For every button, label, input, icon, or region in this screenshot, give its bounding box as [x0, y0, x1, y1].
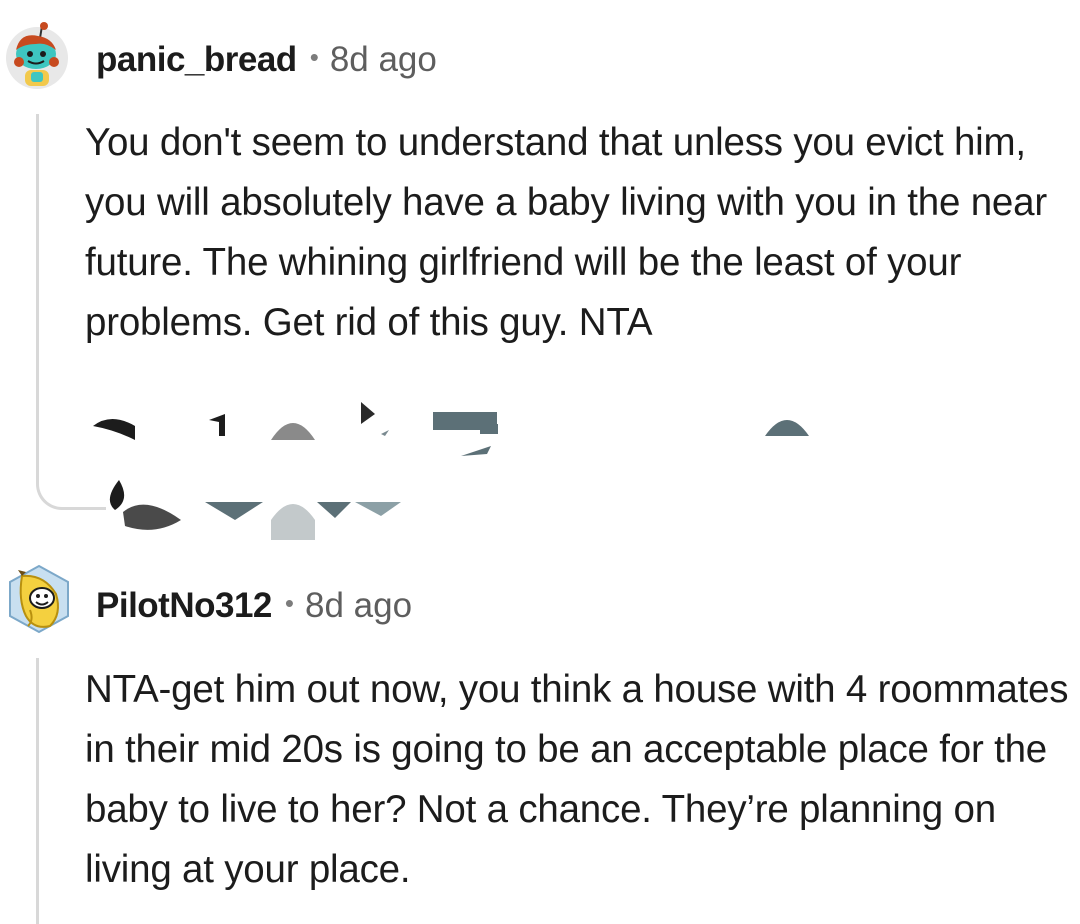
reddit-banana-avatar-icon — [9, 564, 69, 634]
reddit-snoo-avatar-icon — [6, 22, 68, 89]
separator-dot: • — [309, 42, 319, 72]
comment-body: NTA-get him out now, you think a house w… — [85, 668, 1069, 891]
comment-header: PilotNo312 • 8d ago — [96, 586, 412, 628]
comment-body: You don't seem to understand that unless… — [85, 121, 1047, 344]
user-avatar[interactable] — [4, 564, 74, 634]
comment-header: panic_bread • 8d ago — [96, 40, 437, 82]
username-link[interactable]: PilotNo312 — [96, 586, 272, 626]
comment: PilotNo312 • 8d ago NTA-get him out now,… — [0, 548, 1080, 924]
separator-dot: • — [284, 588, 294, 618]
timestamp: 8d ago — [329, 40, 437, 79]
username-link[interactable]: panic_bread — [96, 40, 297, 80]
timestamp: 8d ago — [305, 586, 413, 625]
thread-line[interactable] — [36, 658, 39, 924]
obscured-action-bar — [93, 402, 809, 540]
user-avatar[interactable] — [2, 20, 72, 90]
thread-line[interactable] — [36, 114, 39, 474]
comment: panic_bread • 8d ago You don't seem to u… — [0, 0, 1080, 548]
